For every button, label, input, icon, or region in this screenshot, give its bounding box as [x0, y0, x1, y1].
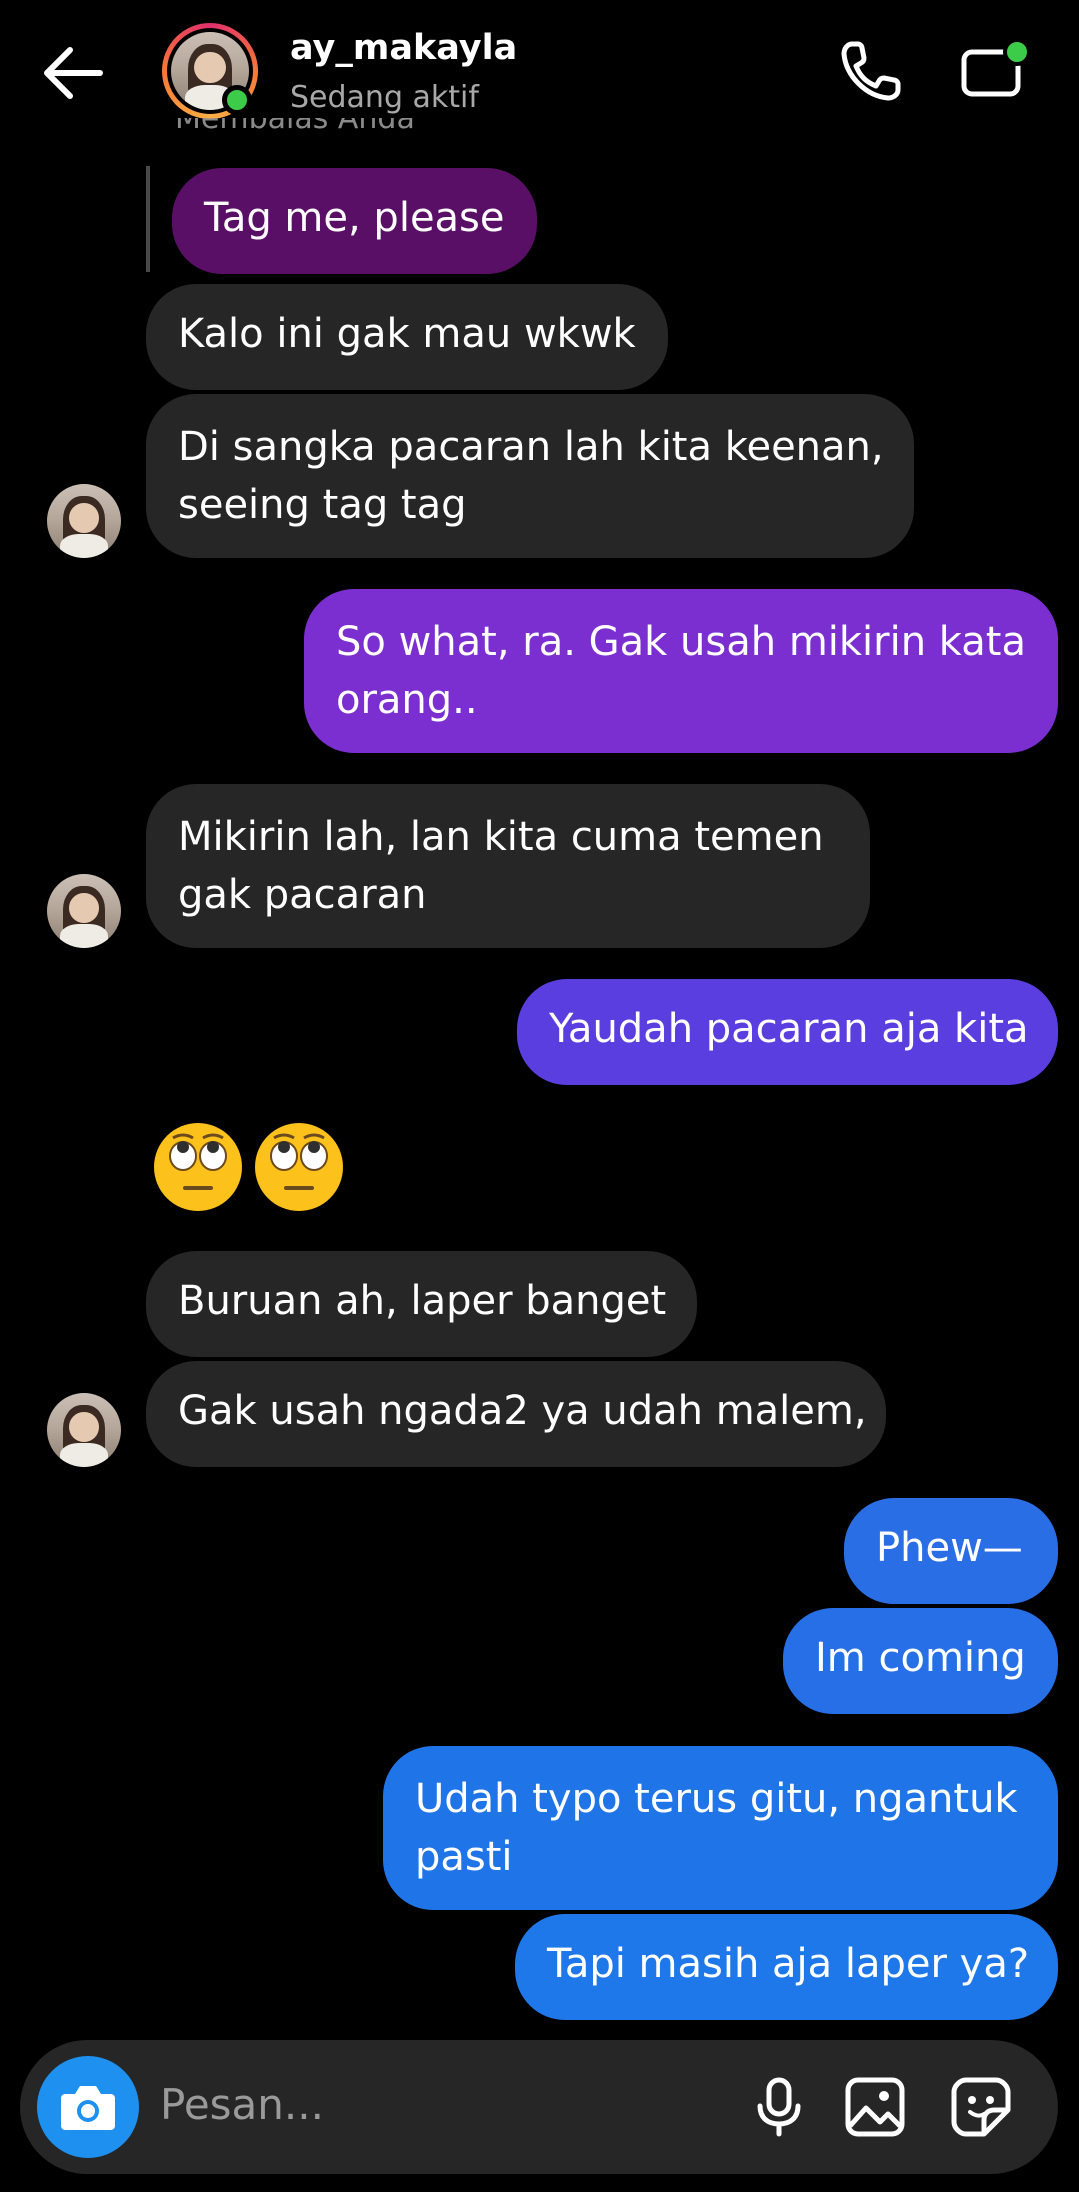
microphone-icon[interactable] — [748, 2076, 810, 2138]
sender-avatar[interactable] — [47, 874, 121, 948]
message-bubble-incoming[interactable]: Mikirin lah, lan kita cuma temen gak pac… — [146, 784, 870, 948]
contact-username[interactable]: ay_makayla — [290, 28, 517, 68]
reply-context: Membalas Anda — [175, 118, 415, 136]
message-bubble-incoming[interactable]: Gak usah ngada2 ya udah malem, — [146, 1361, 886, 1467]
profile-avatar[interactable] — [162, 23, 258, 119]
phone-icon[interactable] — [838, 38, 904, 104]
message-text: Mikirin lah, lan kita cuma temen — [178, 814, 824, 860]
back-arrow-icon[interactable] — [38, 40, 108, 106]
rolling-eyes-emoji[interactable] — [252, 1120, 346, 1214]
message-text: Yaudah pacaran aja kita — [549, 1006, 1029, 1052]
message-bubble-incoming[interactable]: Buruan ah, laper banget — [146, 1251, 697, 1357]
sender-avatar[interactable] — [47, 1393, 121, 1467]
active-status: Sedang aktif — [290, 80, 479, 115]
message-bubble-outgoing[interactable]: Phew— — [844, 1498, 1058, 1604]
message-input[interactable]: Pesan... — [160, 2080, 324, 2129]
message-bubble-incoming[interactable]: Di sangka pacaran lah kita keenan, seein… — [146, 394, 914, 558]
message-text: Di sangka pacaran lah kita keenan, — [178, 424, 884, 470]
message-text: orang.. — [336, 677, 478, 723]
message-text: Phew— — [876, 1525, 1023, 1571]
message-bubble-outgoing[interactable]: So what, ra. Gak usah mikirin kata orang… — [304, 589, 1058, 753]
reply-quote-bar — [146, 166, 150, 272]
message-bubble-outgoing[interactable]: Udah typo terus gitu, ngantuk pasti — [383, 1746, 1058, 1910]
chat-header: ay_makayla Sedang aktif — [0, 0, 1079, 140]
online-indicator — [222, 85, 252, 115]
camera-icon[interactable] — [37, 2056, 139, 2158]
video-call-icon[interactable] — [960, 38, 1032, 104]
message-bubble-outgoing[interactable]: Im coming — [783, 1608, 1058, 1714]
rolling-eyes-emoji[interactable] — [151, 1120, 245, 1214]
message-text: seeing tag tag — [178, 482, 467, 528]
message-text: Tag me, please — [204, 195, 505, 241]
message-text: pasti — [415, 1834, 513, 1880]
message-bubble-incoming[interactable]: Kalo ini gak mau wkwk — [146, 284, 668, 390]
message-text: Buruan ah, laper banget — [178, 1278, 667, 1324]
sender-avatar[interactable] — [47, 484, 121, 558]
message-text: Im coming — [815, 1635, 1026, 1681]
message-bubble-outgoing[interactable]: Yaudah pacaran aja kita — [517, 979, 1058, 1085]
message-text: Tapi masih aja laper ya? — [547, 1941, 1030, 1987]
sticker-icon[interactable] — [950, 2076, 1012, 2138]
message-bubble-outgoing[interactable]: Tapi masih aja laper ya? — [515, 1914, 1058, 2020]
message-text: gak pacaran — [178, 872, 427, 918]
message-text: Udah typo terus gitu, ngantuk — [415, 1776, 1018, 1822]
message-composer: Pesan... — [20, 2040, 1058, 2174]
message-text: Gak usah ngada2 ya udah malem, — [178, 1388, 867, 1434]
gallery-icon[interactable] — [844, 2076, 906, 2138]
message-text: So what, ra. Gak usah mikirin kata — [336, 619, 1026, 665]
reply-quote-bubble[interactable]: Tag me, please — [172, 168, 537, 274]
message-text: Kalo ini gak mau wkwk — [178, 311, 636, 357]
